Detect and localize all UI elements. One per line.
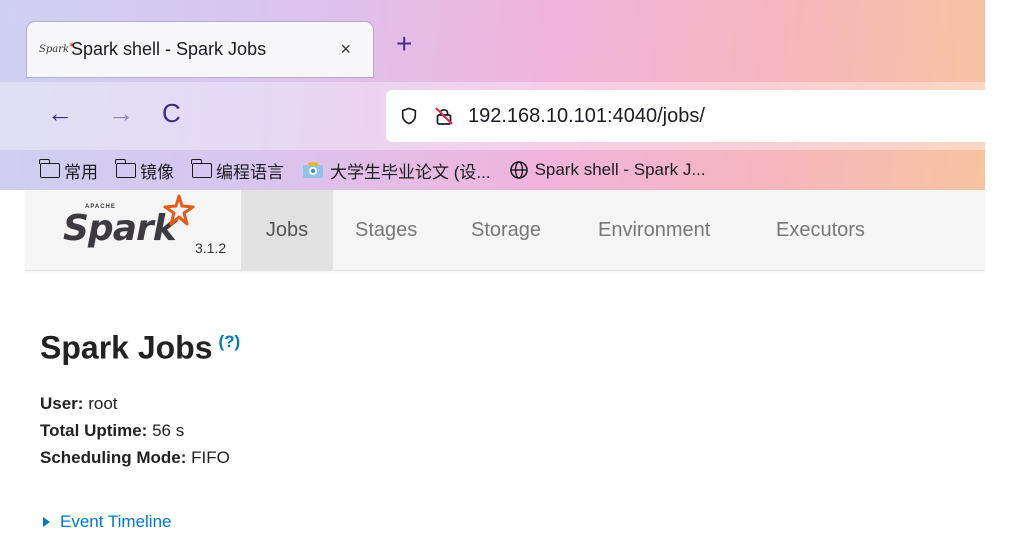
address-bar[interactable]: 192.168.10.101:4040/jobs/ [386,90,985,142]
bookmark-spark-shell[interactable]: Spark shell - Spark J... [509,160,706,180]
summary-user: User: root [40,390,230,417]
forward-arrow-icon[interactable]: → [108,98,134,128]
spark-logo[interactable]: APACHE Spark 3.1.2 [45,194,245,264]
page-header: Spark Jobs (?) [40,320,240,370]
user-label: User: [40,394,84,413]
bookmark-thesis[interactable]: 大学生毕业论文 (设... [302,158,491,183]
bookmark-label: 镜像 [140,162,174,182]
spark-version: 3.1.2 [195,240,227,256]
shield-icon[interactable] [400,107,418,125]
tab-jobs[interactable]: Jobs [241,190,333,270]
spark-star-icon [163,194,195,226]
tab-close-icon[interactable]: × [340,39,351,60]
spark-navbar: APACHE Spark 3.1.2 Jobs Stages Storage E… [25,190,985,271]
bookmark-label: Spark shell - Spark J... [534,160,706,179]
expand-triangle-icon [43,517,50,527]
image-icon [303,162,323,178]
right-margin [985,0,1029,558]
bookmarks-bar: 常用 镜像 编程语言 大学生毕业论文 (设... Spark shell - S… [0,150,985,190]
bookmark-label: 编程语言 [216,162,284,182]
folder-icon [191,158,212,178]
folder-icon [115,158,136,178]
spark-favicon-icon: Spark ✶ [39,40,76,56]
browser-tab-active[interactable]: Spark ✶ Spark shell - Spark Jobs × [27,22,373,77]
favicon-text: Spark [39,44,70,55]
user-value: root [88,394,118,413]
tab-stages[interactable]: Stages [355,190,417,270]
globe-icon [509,161,528,179]
new-tab-button[interactable]: + [396,30,412,58]
url-text[interactable]: 192.168.10.101:4040/jobs/ [468,105,705,128]
bookmark-folder-languages[interactable]: 编程语言 [191,158,284,183]
bookmark-label: 常用 [64,162,98,182]
mode-label: Scheduling Mode: [40,448,187,467]
summary-scheduling-mode: Scheduling Mode: FIFO [40,444,230,471]
job-summary: User: root Total Uptime: 56 s Scheduling… [40,390,230,471]
bookmark-folder-common[interactable]: 常用 [39,158,98,183]
folder-icon [39,158,60,178]
page-title: Spark Jobs [40,329,213,366]
bookmark-label: 大学生毕业论文 (设... [330,162,491,182]
tab-storage[interactable]: Storage [471,190,541,270]
back-arrow-icon[interactable]: ← [47,98,73,128]
mode-value: FIFO [191,448,230,467]
reload-icon[interactable]: C [162,98,181,128]
tab-title: Spark shell - Spark Jobs [71,39,267,59]
tab-bar: Spark ✶ Spark shell - Spark Jobs × + [0,0,985,82]
uptime-label: Total Uptime: [40,421,148,440]
summary-uptime: Total Uptime: 56 s [40,417,230,444]
event-timeline-label: Event Timeline [60,512,172,531]
uptime-value: 56 s [152,421,185,440]
event-timeline-toggle[interactable]: Event Timeline [40,512,172,532]
browser-chrome: Spark ✶ Spark shell - Spark Jobs × + ← → … [0,0,985,190]
brand-spark: Spark [63,208,177,249]
help-link[interactable]: (?) [219,332,241,351]
insecure-lock-icon[interactable] [434,106,454,126]
browser-navbar: ← → C 192.168.10.101:4040/jobs/ [0,82,985,150]
tab-environment[interactable]: Environment [598,190,710,270]
bookmark-folder-mirrors[interactable]: 镜像 [115,158,174,183]
page-title-row: Spark Jobs (?) [40,320,240,370]
tab-executors[interactable]: Executors [776,190,865,270]
